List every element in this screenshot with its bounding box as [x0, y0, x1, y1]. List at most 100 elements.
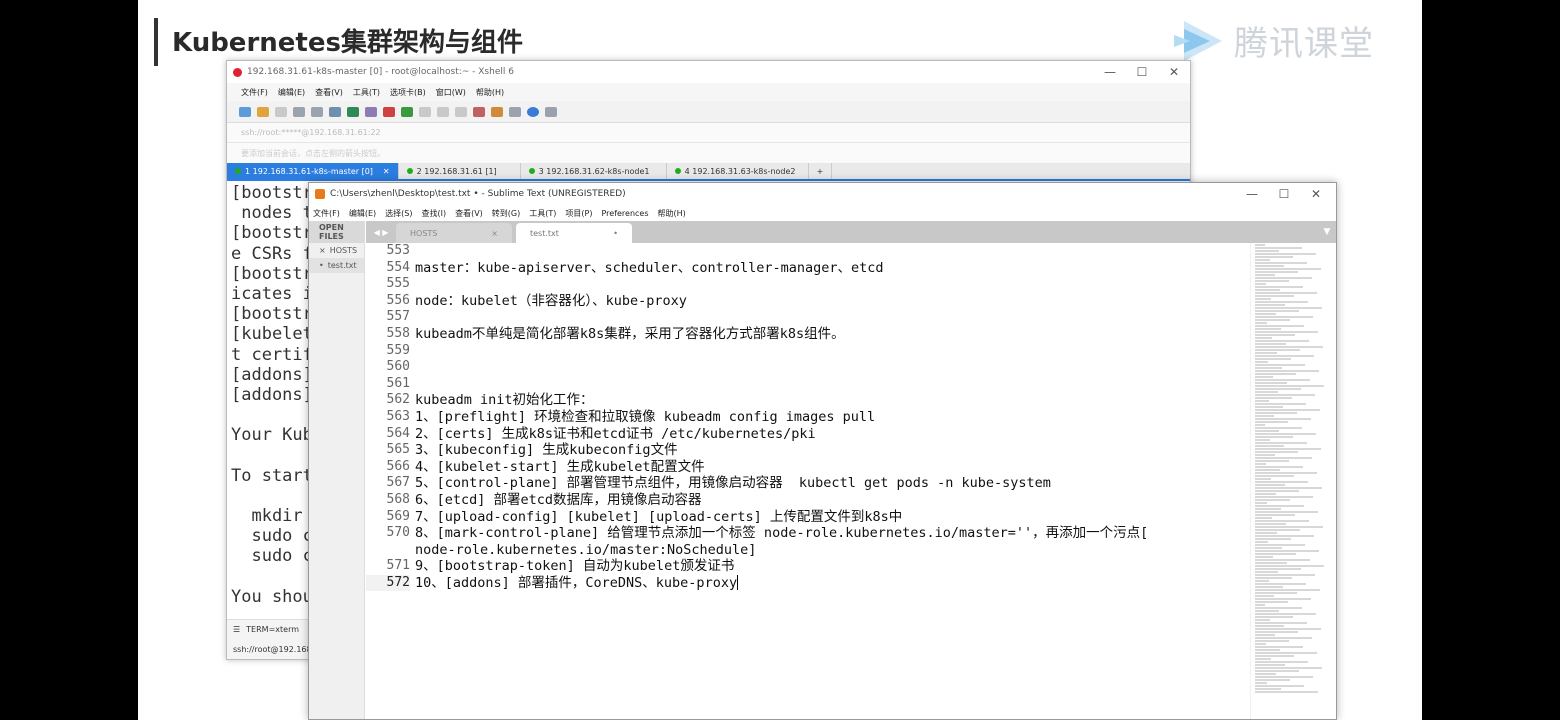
font-icon[interactable] [365, 106, 377, 117]
editor-line: 10、[addons] 部署插件，CoreDNS、kube-proxy [415, 574, 739, 591]
help-icon[interactable] [527, 106, 539, 117]
xshell-tab-4[interactable]: 4 192.168.31.63-k8s-node2 [667, 163, 809, 179]
minimap-line [1255, 529, 1300, 531]
globe-icon[interactable] [347, 106, 359, 117]
editor-line: 6、[etcd] 部署etcd数据库，用镜像启动容器 [415, 491, 702, 508]
editor-line: 5、[control-plane] 部署管理节点组件，用镜像启动容器 kubec… [415, 475, 1051, 492]
connected-dot-icon [674, 168, 681, 174]
menu-help[interactable]: 帮助(H) [476, 87, 504, 98]
menu-tools[interactable]: 工具(T) [353, 87, 380, 98]
menu-edit[interactable]: 编辑(E) [278, 87, 305, 98]
connected-dot-icon [235, 168, 241, 174]
tab-dropdown-icon[interactable]: ▼ [1318, 221, 1336, 243]
new-session-icon[interactable] [239, 106, 251, 117]
menu-tabs[interactable]: 选项卡(B) [390, 87, 426, 98]
properties-icon[interactable] [329, 106, 341, 117]
xshell-tab-3[interactable]: 3 192.168.31.62-k8s-node1 [521, 163, 667, 179]
minimap-line [1255, 250, 1279, 252]
menu-preferences[interactable]: Preferences [601, 209, 648, 218]
menu-file[interactable]: 文件(F) [241, 87, 268, 98]
add-tab-button[interactable]: + [809, 163, 833, 179]
minimap-line [1255, 436, 1293, 438]
sublime-window: C:\Users\zhenl\Desktop\test.txt • - Subl… [308, 182, 1337, 720]
script-icon[interactable] [473, 106, 485, 117]
tab-nav-arrows-icon[interactable]: ◀ ▶ [366, 221, 396, 243]
minimap-line [1255, 427, 1302, 429]
minimap-line [1255, 358, 1291, 360]
open-file-test[interactable]: • test.txt [309, 258, 364, 273]
open-folder-icon[interactable] [257, 106, 269, 117]
minimap-line [1255, 544, 1305, 546]
menu-goto[interactable]: 转到(G) [492, 208, 520, 219]
minimap-line [1255, 619, 1270, 621]
minimap-line [1255, 388, 1301, 390]
chat-icon[interactable] [545, 106, 557, 117]
line-number: 562 [386, 392, 410, 408]
menu-window[interactable]: 窗口(W) [436, 87, 466, 98]
line-number: 561 [386, 375, 410, 391]
menu-icon[interactable]: ☰ [233, 625, 240, 634]
xshell-tab-2[interactable]: 2 192.168.31.61 [1] [399, 163, 521, 179]
minimap-line [1255, 271, 1298, 273]
line-number-gutter: 553 554 555 556 557 558 559 560 561 562 563 564 565 5… [366, 243, 410, 719]
menu-find[interactable]: 查找(I) [421, 208, 446, 219]
file-close-icon[interactable]: × [319, 246, 326, 255]
close-icon[interactable]: ✕ [1300, 187, 1332, 201]
open-file-label: HOSTS [329, 246, 358, 255]
menu-project[interactable]: 项目(P) [565, 208, 592, 219]
minimap-line [1255, 670, 1299, 672]
minimap-line [1255, 463, 1266, 465]
minimap-line [1255, 637, 1312, 639]
minimap-line [1255, 685, 1304, 687]
editor-line: 9、[bootstrap-token] 自动为kubelet颁发证书 [415, 558, 735, 575]
minimap-line [1255, 601, 1288, 603]
menu-tools[interactable]: 工具(T) [529, 208, 556, 219]
minimize-icon[interactable]: — [1236, 187, 1268, 201]
sublime-editor[interactable]: 553 554 555 556 557 558 559 560 561 562 563 564 565 5… [366, 243, 1336, 719]
minimap-line [1255, 361, 1268, 363]
menu-view[interactable]: 查看(V) [455, 208, 483, 219]
xshell-address-bar[interactable]: ssh://root:*****@192.168.31.61:22 [227, 123, 1190, 143]
minimap-line [1255, 628, 1321, 630]
lock-icon[interactable] [437, 106, 449, 117]
line-number: 567 [386, 475, 410, 491]
tile-icon[interactable] [509, 106, 521, 117]
editor-line: node-role.kubernetes.io/master:NoSchedul… [415, 541, 757, 558]
search-icon[interactable] [311, 106, 323, 117]
minimap-line [1255, 460, 1289, 462]
tab-close-icon[interactable]: ✕ [383, 167, 390, 176]
editor-line: 8、[mark-control-plane] 给管理节点添加一个标签 node-… [415, 525, 1149, 542]
minimap-line [1255, 346, 1323, 348]
copy-icon[interactable] [293, 106, 305, 117]
xshell-tab-1[interactable]: 1 192.168.31.61-k8s-master [0] ✕ [227, 163, 399, 179]
close-icon[interactable]: ✕ [1158, 65, 1190, 79]
tencent-classroom-logo: 腾讯课堂 [1170, 16, 1374, 65]
maximize-icon[interactable]: ☐ [1268, 187, 1300, 201]
editor-line: 1、[preflight] 环境检查和拉取镜像 kubeadm config i… [415, 408, 876, 425]
editor-text-area[interactable]: master：kube-apiserver、scheduler、controll… [415, 243, 1246, 591]
menu-file[interactable]: 文件(F) [313, 208, 340, 219]
minimize-icon[interactable]: — [1094, 65, 1126, 79]
menu-edit[interactable]: 编辑(E) [349, 208, 376, 219]
keyboard-icon[interactable] [455, 106, 467, 117]
line-number: 553 [386, 243, 410, 258]
maximize-icon[interactable]: ☐ [1126, 65, 1158, 79]
minimap[interactable] [1250, 243, 1336, 719]
tab-test[interactable]: test.txt • [516, 223, 632, 243]
tab-close-icon[interactable]: × [491, 229, 498, 238]
minimap-line [1255, 574, 1315, 576]
minimap-line [1255, 256, 1293, 258]
xftp2-icon[interactable] [401, 106, 413, 117]
menu-view[interactable]: 查看(V) [315, 87, 343, 98]
sublime-window-controls: — ☐ ✕ [1236, 187, 1332, 201]
fullscreen-icon[interactable] [419, 106, 431, 117]
xftp-icon[interactable] [383, 106, 395, 117]
menu-help[interactable]: 帮助(H) [658, 208, 686, 219]
layout-icon[interactable] [491, 106, 503, 117]
menu-selection[interactable]: 选择(S) [385, 208, 412, 219]
disconnect-icon[interactable] [275, 106, 287, 117]
minimap-line [1255, 352, 1277, 354]
tab-hosts[interactable]: HOSTS × [396, 223, 512, 243]
open-file-hosts[interactable]: × HOSTS [309, 243, 364, 258]
